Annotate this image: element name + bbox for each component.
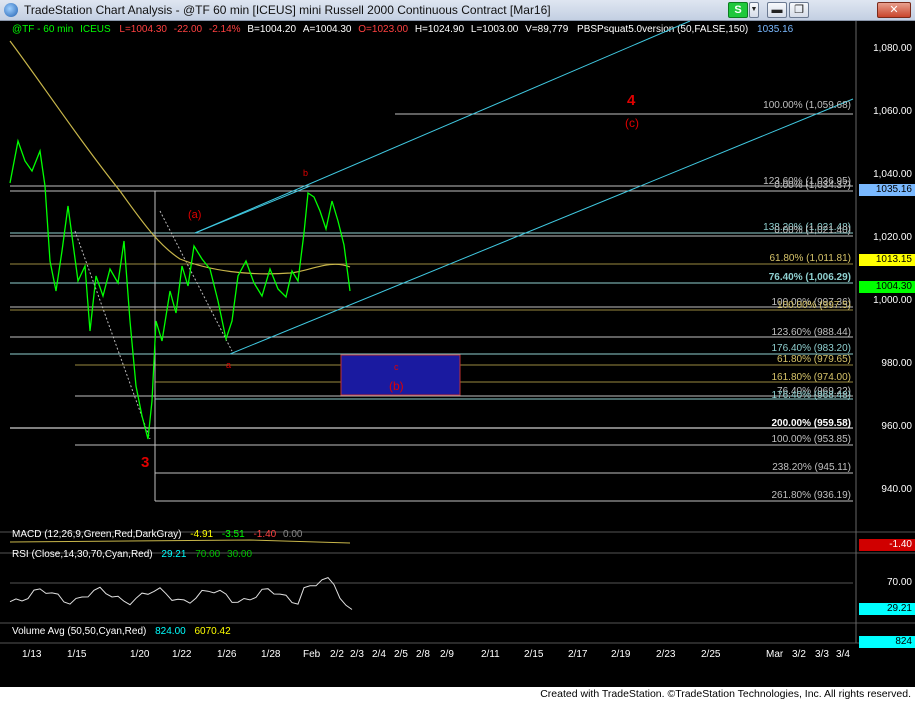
- date-axis: 1/13 1/15 1/20 1/22 1/26 1/28 Feb 2/2 2/3 2/4 2/5 2…: [22, 649, 850, 660]
- date-tick-label: 2/9: [440, 649, 454, 660]
- fib-level-label: 100.00% (997.5): [777, 300, 851, 311]
- wave-label: (a): [188, 209, 202, 221]
- close-button[interactable]: ✕: [877, 2, 911, 18]
- fib-level-label: 0.00% (1,021.40): [774, 225, 851, 236]
- date-tick-label: 2/2: [330, 649, 344, 660]
- fib-level-label: 0.00% (1,034.37): [774, 180, 851, 191]
- wave-label: 3: [141, 454, 150, 471]
- channel-upper-line[interactable]: [194, 21, 691, 234]
- macd-axis-marker: -1.40: [859, 539, 915, 551]
- fib-level-label: 61.80% (979.65): [777, 354, 851, 365]
- title-bar[interactable]: TradeStation Chart Analysis - @TF 60 min…: [0, 0, 915, 21]
- fib-lines: [10, 113, 853, 502]
- date-tick-label: 1/15: [67, 649, 87, 660]
- tradestation-icon: [4, 3, 18, 17]
- price-tick-label: 1,000.00: [873, 295, 912, 306]
- macd-header: MACD (12,26,9,Green,Red,DarkGray) -4.91 …: [12, 529, 303, 540]
- rsi-oversold: 30.00: [227, 549, 253, 560]
- window-title: TradeStation Chart Analysis - @TF 60 min…: [24, 3, 551, 17]
- macd-zero: 0.00: [283, 529, 303, 540]
- volume-avg-value: 824.00: [155, 626, 186, 637]
- volume-avg2-value: 6070.42: [194, 626, 231, 637]
- fib-level-label: 100.00% (1,059.68): [763, 100, 851, 111]
- rsi-overbought: 70.00: [195, 549, 221, 560]
- strategy-button[interactable]: S: [728, 2, 748, 18]
- date-tick-label: 3/4: [836, 649, 850, 660]
- date-tick-label: 2/4: [372, 649, 386, 660]
- date-tick-label: 3/3: [815, 649, 829, 660]
- fib-level-label: 76.40% (1,006.29): [768, 272, 851, 283]
- price-tick-label: 980.00: [881, 358, 912, 369]
- fib-level-label: 261.80% (936.19): [771, 490, 851, 501]
- channel-lower-line[interactable]: [229, 98, 854, 355]
- channel-segment: [194, 185, 311, 234]
- rsi-label: RSI (Close,14,30,70,Cyan,Red): [12, 549, 153, 560]
- wave-label: b: [303, 168, 309, 178]
- wave-label: (c): [625, 116, 639, 130]
- footer: Created with TradeStation. ©TradeStation…: [0, 687, 915, 702]
- price-tick-label: 1,020.00: [873, 232, 912, 243]
- fib-level-label: 161.80% (974.00): [771, 372, 851, 383]
- macd-label: MACD (12,26,9,Green,Red,DarkGray): [12, 529, 182, 540]
- date-tick-label: 1/22: [172, 649, 192, 660]
- date-tick-label: 2/23: [656, 649, 676, 660]
- date-tick-label: 2/8: [416, 649, 430, 660]
- price-marker: 1035.16: [859, 184, 915, 197]
- moving-average-line: [9, 40, 351, 275]
- wave-label: c: [394, 362, 399, 372]
- price-tick-label: 1,040.00: [873, 169, 912, 180]
- price-tick-label: 1,060.00: [873, 106, 912, 117]
- fib-level-label: 176.40% (983.20): [771, 343, 851, 354]
- volume-axis-marker: 824: [859, 636, 915, 648]
- date-tick-label: Mar: [766, 649, 784, 660]
- restore-button[interactable]: ❐: [789, 2, 809, 18]
- wave-label: (b): [389, 379, 404, 393]
- date-tick-label: 2/19: [611, 649, 631, 660]
- date-tick-label: 2/11: [481, 649, 500, 660]
- rsi-axis-tick: 70.00: [886, 577, 912, 588]
- date-tick-label: 2/17: [568, 649, 588, 660]
- wave-label: a: [226, 360, 232, 370]
- fib-level-label: 238.20% (945.11): [772, 462, 851, 473]
- date-tick-label: 1/13: [22, 649, 42, 660]
- rsi-value: 29.21: [161, 549, 187, 560]
- date-tick-label: Feb: [303, 649, 321, 660]
- chevron-down-icon[interactable]: ▼: [749, 2, 759, 18]
- macd-avg: -3.51: [221, 529, 245, 540]
- wave-label: 4: [627, 92, 636, 109]
- macd-line: [9, 539, 351, 544]
- volume-header: Volume Avg (50,50,Cyan,Red) 824.00 6070.…: [12, 626, 231, 637]
- price-tick-label: 940.00: [881, 484, 912, 495]
- wave-dashed-line: [74, 230, 151, 440]
- rsi-line: [9, 577, 353, 610]
- date-tick-label: 1/28: [261, 649, 281, 660]
- date-tick-label: 1/26: [217, 649, 237, 660]
- price-tick-label: 960.00: [881, 421, 912, 432]
- rsi-header: RSI (Close,14,30,70,Cyan,Red) 29.21 70.0…: [12, 549, 252, 560]
- copyright-text: Created with TradeStation. ©TradeStation…: [540, 688, 911, 700]
- macd-diff: -1.40: [253, 529, 277, 540]
- macd-value: -4.91: [190, 529, 214, 540]
- chart-window: TradeStation Chart Analysis - @TF 60 min…: [0, 0, 915, 687]
- date-tick-label: 2/15: [524, 649, 544, 660]
- wave-dashed-line: [159, 210, 233, 352]
- date-tick-label: 2/5: [394, 649, 408, 660]
- minimize-button[interactable]: ▬: [767, 2, 787, 18]
- date-tick-label: 2/3: [350, 649, 364, 660]
- fib-level-label: 123.60% (988.44): [771, 327, 851, 338]
- volume-label: Volume Avg (50,50,Cyan,Red): [12, 626, 147, 637]
- price-marker: 1013.15: [859, 253, 915, 266]
- price-tick-label: 1,080.00: [873, 43, 912, 54]
- fib-level-label: 200.00% (959.58): [771, 418, 851, 429]
- price-marker: 1004.30: [859, 281, 915, 294]
- fib-level-label: 176.40% (968.48): [771, 390, 851, 401]
- date-tick-label: 1/20: [130, 649, 150, 660]
- rsi-axis-marker: 29.21: [859, 603, 915, 615]
- date-tick-label: 2/25: [701, 649, 721, 660]
- date-tick-label: 3/2: [792, 649, 806, 660]
- fib-level-label: 100.00% (953.85): [771, 434, 851, 445]
- fib-level-label: 61.80% (1,011.81): [769, 253, 851, 264]
